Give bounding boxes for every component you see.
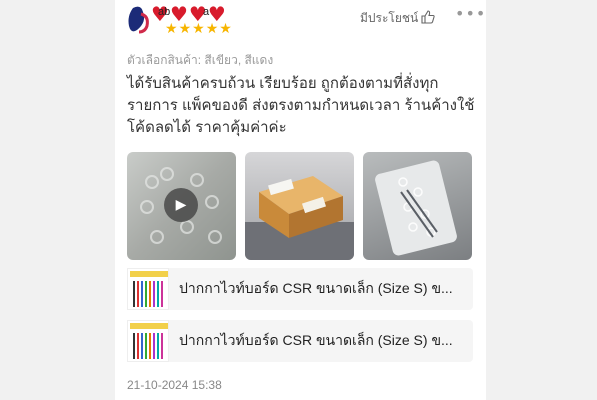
- reviewer-name-fragment: a: [203, 6, 210, 18]
- thumbs-up-icon: [421, 10, 435, 27]
- product-thumbnail: [127, 320, 169, 362]
- play-icon[interactable]: ▶: [164, 188, 198, 222]
- star-icon: ★: [165, 21, 178, 37]
- product-name: ปากกาไวท์บอร์ด CSR ขนาดเล็ก (Size S) ข..…: [179, 280, 453, 296]
- star-icon: ★: [219, 21, 232, 37]
- reviewer-name: ab: [158, 6, 171, 18]
- product-link[interactable]: ปากกาไวท์บอร์ด CSR ขนาดเล็ก (Size S) ข..…: [127, 320, 473, 362]
- star-icon: ★: [178, 21, 192, 37]
- review-date: 21-10-2024 15:38: [127, 378, 222, 392]
- review-body: ได้รับสินค้าครบถ้วน เรียบร้อย ถูกต้องตาม…: [127, 75, 475, 136]
- review-card: ♥ ♥ ♥ ♥ ab a ★ ★ ★ ★ ★ มีประโยชน์ ••• ตั…: [115, 0, 486, 400]
- more-options-icon[interactable]: •••: [455, 4, 486, 23]
- product-name: ปากกาไวท์บอร์ด CSR ขนาดเล็ก (Size S) ข..…: [179, 332, 453, 348]
- review-photo-box[interactable]: [245, 152, 354, 260]
- review-photo-bubble-wrap[interactable]: [363, 152, 472, 260]
- product-thumbnail: [127, 268, 169, 310]
- rating-stars: ★ ★ ★ ★ ★: [165, 22, 232, 36]
- product-link[interactable]: ปากกาไวท์บอร์ด CSR ขนาดเล็ก (Size S) ข..…: [127, 268, 473, 310]
- review-video-thumbnail[interactable]: ▶: [127, 152, 236, 260]
- helpful-button[interactable]: มีประโยชน์: [360, 9, 435, 28]
- star-icon: ★: [192, 21, 205, 37]
- variant-text: ตัวเลือกสินค้า: สีเขียว, สีแดง: [127, 53, 274, 67]
- helpful-label: มีประโยชน์: [360, 11, 419, 25]
- star-icon: ★: [205, 21, 219, 37]
